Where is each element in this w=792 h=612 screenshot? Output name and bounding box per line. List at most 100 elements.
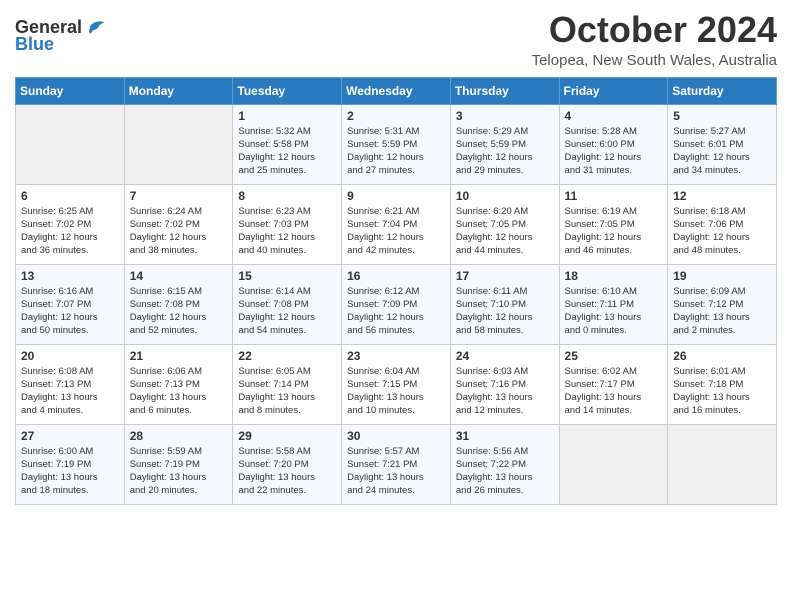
day-info: Sunrise: 6:15 AM Sunset: 7:08 PM Dayligh… — [130, 285, 228, 338]
day-info: Sunrise: 6:08 AM Sunset: 7:13 PM Dayligh… — [21, 365, 119, 418]
day-number: 13 — [21, 269, 119, 283]
day-number: 25 — [565, 349, 663, 363]
day-number: 1 — [238, 109, 336, 123]
day-number: 29 — [238, 429, 336, 443]
day-number: 2 — [347, 109, 445, 123]
day-number: 15 — [238, 269, 336, 283]
calendar-cell: 26 Sunrise: 6:01 AM Sunset: 7:18 PM Dayli… — [668, 344, 777, 424]
day-info: Sunrise: 5:57 AM Sunset: 7:21 PM Dayligh… — [347, 445, 445, 498]
day-info: Sunrise: 6:03 AM Sunset: 7:16 PM Dayligh… — [456, 365, 554, 418]
calendar-cell — [16, 104, 125, 184]
day-number: 31 — [456, 429, 554, 443]
calendar-week-row: 6 Sunrise: 6:25 AM Sunset: 7:02 PM Daylig… — [16, 184, 777, 264]
day-number: 24 — [456, 349, 554, 363]
day-info: Sunrise: 6:25 AM Sunset: 7:02 PM Dayligh… — [21, 205, 119, 258]
calendar-week-row: 20 Sunrise: 6:08 AM Sunset: 7:13 PM Dayli… — [16, 344, 777, 424]
calendar-cell: 31 Sunrise: 5:56 AM Sunset: 7:22 PM Dayli… — [450, 424, 559, 504]
day-info: Sunrise: 5:32 AM Sunset: 5:58 PM Dayligh… — [238, 125, 336, 178]
weekday-header: Saturday — [668, 77, 777, 104]
weekday-header: Monday — [124, 77, 233, 104]
calendar-cell: 7 Sunrise: 6:24 AM Sunset: 7:02 PM Daylig… — [124, 184, 233, 264]
calendar-cell: 17Sunrise: 6:11 AM Sunset: 7:10 PM Dayli… — [450, 264, 559, 344]
day-number: 26 — [673, 349, 771, 363]
month-title: October 2024 — [532, 10, 777, 50]
calendar-cell: 23 Sunrise: 6:04 AM Sunset: 7:15 PM Dayli… — [342, 344, 451, 424]
calendar-cell: 16 Sunrise: 6:12 AM Sunset: 7:09 PM Dayli… — [342, 264, 451, 344]
day-number: 9 — [347, 189, 445, 203]
calendar-cell: 25 Sunrise: 6:02 AM Sunset: 7:17 PM Dayli… — [559, 344, 668, 424]
day-info: Sunrise: 6:16 AM Sunset: 7:07 PM Dayligh… — [21, 285, 119, 338]
day-info: Sunrise: 6:20 AM Sunset: 7:05 PM Dayligh… — [456, 205, 554, 258]
calendar-cell: 18 Sunrise: 6:10 AM Sunset: 7:11 PM Dayli… — [559, 264, 668, 344]
title-area: October 2024 Telopea, New South Wales, A… — [532, 10, 777, 69]
weekday-header: Sunday — [16, 77, 125, 104]
day-number: 20 — [21, 349, 119, 363]
day-info: Sunrise: 5:29 AM Sunset: 5:59 PM Dayligh… — [456, 125, 554, 178]
day-number: 30 — [347, 429, 445, 443]
calendar-cell: 11Sunrise: 6:19 AM Sunset: 7:05 PM Dayli… — [559, 184, 668, 264]
calendar-cell: 19 Sunrise: 6:09 AM Sunset: 7:12 PM Dayli… — [668, 264, 777, 344]
day-number: 27 — [21, 429, 119, 443]
calendar-cell: 29 Sunrise: 5:58 AM Sunset: 7:20 PM Dayli… — [233, 424, 342, 504]
day-info: Sunrise: 6:11 AM Sunset: 7:10 PM Dayligh… — [456, 285, 554, 338]
day-number: 10 — [456, 189, 554, 203]
location: Telopea, New South Wales, Australia — [532, 52, 777, 69]
calendar-table: SundayMondayTuesdayWednesdayThursdayFrid… — [15, 77, 777, 505]
day-info: Sunrise: 6:18 AM Sunset: 7:06 PM Dayligh… — [673, 205, 771, 258]
calendar-cell — [668, 424, 777, 504]
weekday-header: Friday — [559, 77, 668, 104]
weekday-header: Tuesday — [233, 77, 342, 104]
calendar-cell: 2 Sunrise: 5:31 AM Sunset: 5:59 PM Daylig… — [342, 104, 451, 184]
day-info: Sunrise: 6:14 AM Sunset: 7:08 PM Dayligh… — [238, 285, 336, 338]
calendar-cell: 5 Sunrise: 5:27 AM Sunset: 6:01 PM Daylig… — [668, 104, 777, 184]
calendar-cell: 6 Sunrise: 6:25 AM Sunset: 7:02 PM Daylig… — [16, 184, 125, 264]
day-number: 7 — [130, 189, 228, 203]
calendar-cell: 14 Sunrise: 6:15 AM Sunset: 7:08 PM Dayli… — [124, 264, 233, 344]
day-number: 23 — [347, 349, 445, 363]
calendar-week-row: 13 Sunrise: 6:16 AM Sunset: 7:07 PM Dayli… — [16, 264, 777, 344]
calendar-cell — [124, 104, 233, 184]
day-info: Sunrise: 6:10 AM Sunset: 7:11 PM Dayligh… — [565, 285, 663, 338]
day-info: Sunrise: 6:09 AM Sunset: 7:12 PM Dayligh… — [673, 285, 771, 338]
day-info: Sunrise: 6:06 AM Sunset: 7:13 PM Dayligh… — [130, 365, 228, 418]
calendar-cell: 1 Sunrise: 5:32 AM Sunset: 5:58 PM Daylig… — [233, 104, 342, 184]
weekday-header: Wednesday — [342, 77, 451, 104]
day-number: 5 — [673, 109, 771, 123]
day-info: Sunrise: 6:12 AM Sunset: 7:09 PM Dayligh… — [347, 285, 445, 338]
day-number: 16 — [347, 269, 445, 283]
calendar-cell: 12 Sunrise: 6:18 AM Sunset: 7:06 PM Dayli… — [668, 184, 777, 264]
calendar-cell: 4 Sunrise: 5:28 AM Sunset: 6:00 PM Daylig… — [559, 104, 668, 184]
day-info: Sunrise: 6:00 AM Sunset: 7:19 PM Dayligh… — [21, 445, 119, 498]
day-number: 19 — [673, 269, 771, 283]
day-info: Sunrise: 6:02 AM Sunset: 7:17 PM Dayligh… — [565, 365, 663, 418]
day-info: Sunrise: 6:04 AM Sunset: 7:15 PM Dayligh… — [347, 365, 445, 418]
day-info: Sunrise: 5:59 AM Sunset: 7:19 PM Dayligh… — [130, 445, 228, 498]
day-info: Sunrise: 6:23 AM Sunset: 7:03 PM Dayligh… — [238, 205, 336, 258]
logo-bird-icon — [84, 16, 106, 38]
calendar-cell — [559, 424, 668, 504]
calendar-cell: 9 Sunrise: 6:21 AM Sunset: 7:04 PM Daylig… — [342, 184, 451, 264]
day-info: Sunrise: 5:58 AM Sunset: 7:20 PM Dayligh… — [238, 445, 336, 498]
calendar-cell: 30 Sunrise: 5:57 AM Sunset: 7:21 PM Dayli… — [342, 424, 451, 504]
day-info: Sunrise: 5:31 AM Sunset: 5:59 PM Dayligh… — [347, 125, 445, 178]
calendar-week-row: 27 Sunrise: 6:00 AM Sunset: 7:19 PM Dayli… — [16, 424, 777, 504]
day-info: Sunrise: 5:28 AM Sunset: 6:00 PM Dayligh… — [565, 125, 663, 178]
calendar-cell: 13 Sunrise: 6:16 AM Sunset: 7:07 PM Dayli… — [16, 264, 125, 344]
calendar-cell: 27 Sunrise: 6:00 AM Sunset: 7:19 PM Dayli… — [16, 424, 125, 504]
day-number: 18 — [565, 269, 663, 283]
day-number: 28 — [130, 429, 228, 443]
day-info: Sunrise: 6:21 AM Sunset: 7:04 PM Dayligh… — [347, 205, 445, 258]
calendar-cell: 22Sunrise: 6:05 AM Sunset: 7:14 PM Dayli… — [233, 344, 342, 424]
day-info: Sunrise: 5:56 AM Sunset: 7:22 PM Dayligh… — [456, 445, 554, 498]
logo: General Blue — [15, 16, 106, 55]
calendar-cell: 20 Sunrise: 6:08 AM Sunset: 7:13 PM Dayli… — [16, 344, 125, 424]
day-number: 12 — [673, 189, 771, 203]
day-number: 6 — [21, 189, 119, 203]
day-info: Sunrise: 6:01 AM Sunset: 7:18 PM Dayligh… — [673, 365, 771, 418]
day-number: 14 — [130, 269, 228, 283]
day-info: Sunrise: 6:24 AM Sunset: 7:02 PM Dayligh… — [130, 205, 228, 258]
day-number: 22 — [238, 349, 336, 363]
day-number: 4 — [565, 109, 663, 123]
day-info: Sunrise: 5:27 AM Sunset: 6:01 PM Dayligh… — [673, 125, 771, 178]
page-header: General Blue October 2024 Telopea, New S… — [15, 10, 777, 69]
